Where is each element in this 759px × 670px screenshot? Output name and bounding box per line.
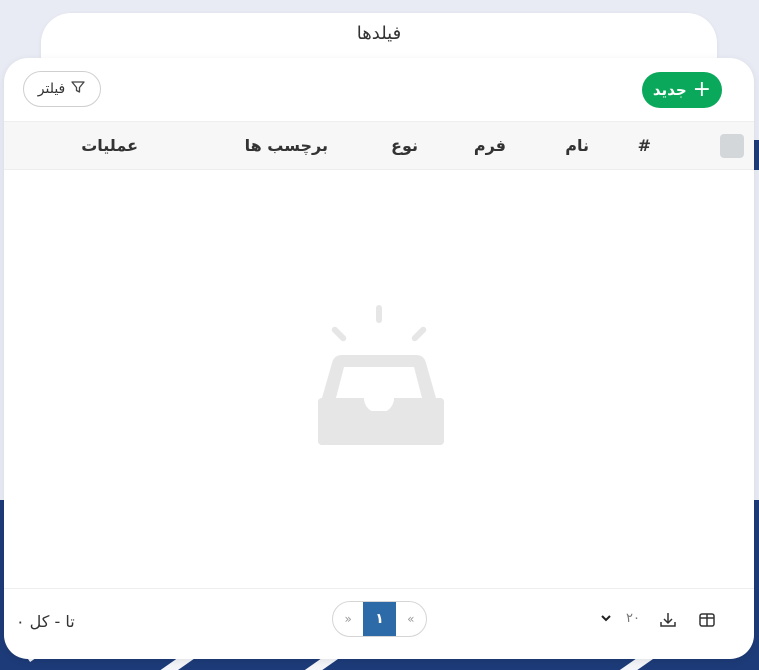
- page-size-value: ۲۰: [626, 611, 640, 626]
- new-button-label: جدید: [652, 81, 687, 99]
- prev-page-button[interactable]: »: [333, 602, 363, 636]
- columns-icon[interactable]: [698, 611, 716, 629]
- select-all-checkbox[interactable]: [720, 134, 744, 158]
- empty-inbox-icon: [314, 303, 444, 452]
- filter-button-label: فیلتر: [37, 81, 66, 97]
- column-header-index[interactable]: #: [638, 136, 651, 155]
- filter-button[interactable]: فیلتر: [23, 71, 101, 107]
- filter-icon: [70, 79, 86, 99]
- toolbar: + جدید فیلتر: [4, 58, 754, 120]
- page-title: فیلدها: [356, 23, 402, 44]
- table-footer: ۲۰ » ۱ « تا - کل ۰: [4, 588, 754, 659]
- column-header-actions[interactable]: عملیات: [81, 136, 138, 155]
- download-icon[interactable]: [659, 611, 677, 629]
- pagination: » ۱ «: [332, 601, 427, 637]
- chevron-down-icon: [600, 609, 612, 628]
- column-header-name[interactable]: نام: [565, 136, 589, 155]
- page-size-select[interactable]: ۲۰: [600, 609, 640, 628]
- column-header-type[interactable]: نوع: [391, 136, 418, 155]
- current-page-button[interactable]: ۱: [363, 602, 396, 636]
- new-button[interactable]: + جدید: [642, 72, 722, 108]
- fields-card: + جدید فیلتر # نام فرم نوع برچسب ها عملی…: [4, 58, 754, 659]
- plus-icon: +: [692, 77, 712, 102]
- next-page-button[interactable]: «: [396, 602, 426, 636]
- column-header-form[interactable]: فرم: [474, 136, 506, 155]
- total-count: تا - کل ۰: [16, 612, 75, 631]
- column-header-labels[interactable]: برچسب ها: [245, 136, 328, 155]
- table-header: # نام فرم نوع برچسب ها عملیات: [4, 121, 754, 170]
